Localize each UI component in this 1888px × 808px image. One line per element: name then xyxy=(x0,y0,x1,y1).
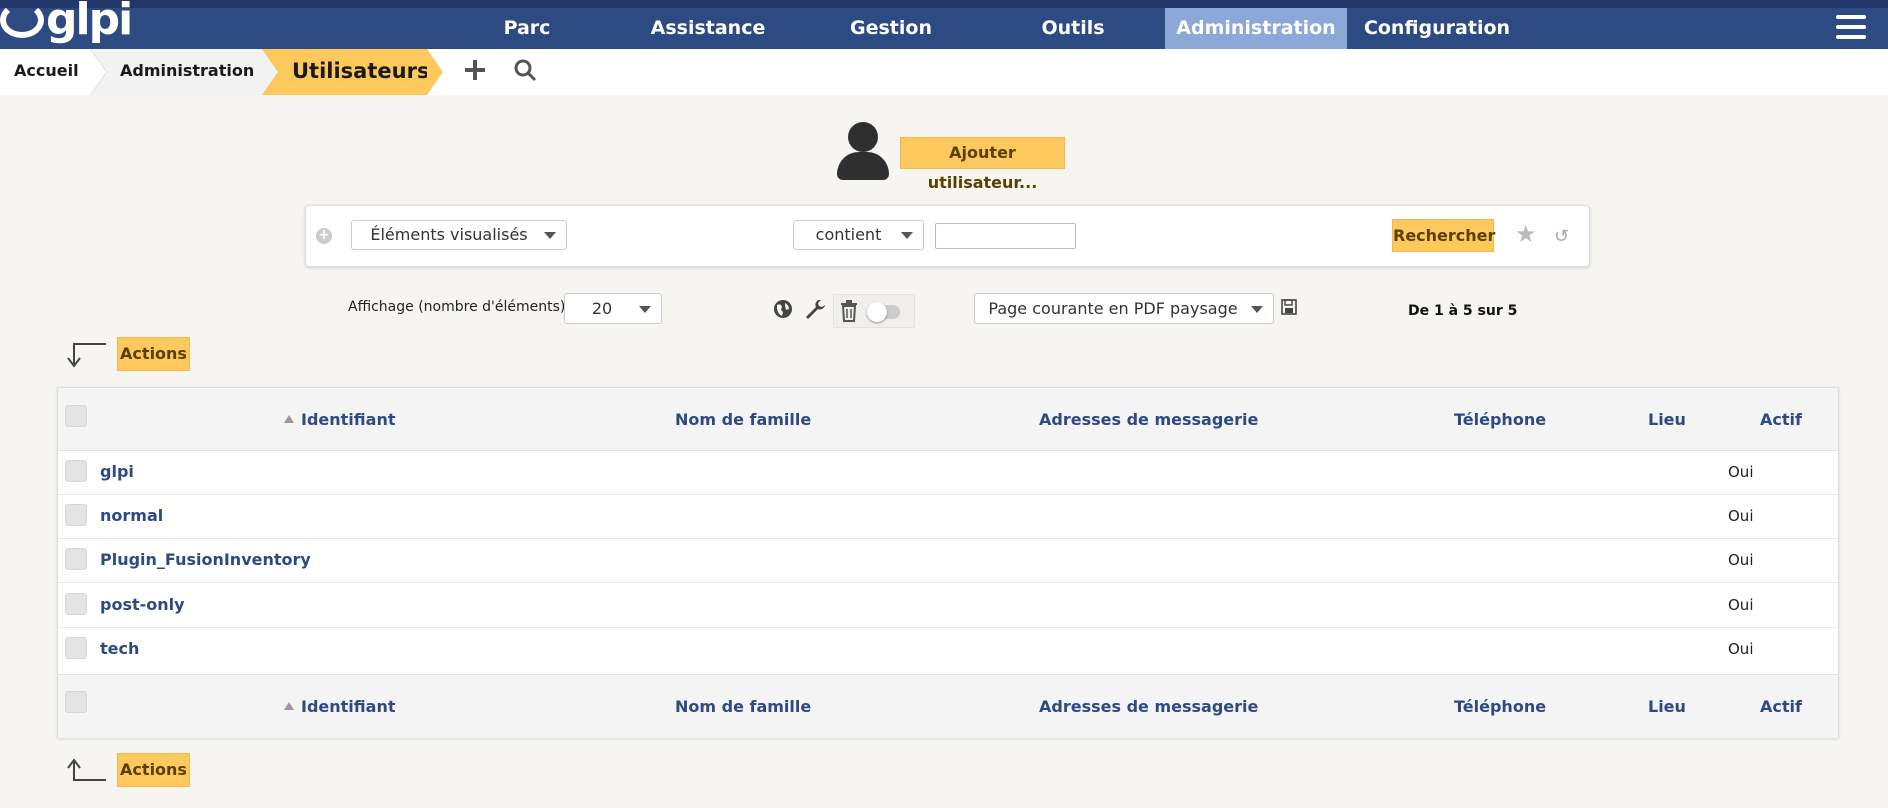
table-row: post-only Oui xyxy=(58,584,1838,628)
globe-icon[interactable] xyxy=(772,298,794,326)
menu-configuration[interactable]: Configuration xyxy=(1346,8,1528,49)
add-icon[interactable] xyxy=(464,58,486,88)
arrow-up-icon xyxy=(66,758,108,782)
deleted-items-toggle[interactable] xyxy=(867,302,900,322)
breadcrumb: Accueil Administration Utilisateurs xyxy=(0,49,1888,95)
save-export-icon[interactable] xyxy=(1281,296,1297,321)
breadcrumb-users[interactable]: Utilisateurs xyxy=(262,49,429,95)
pagination-count: De 1 à 5 sur 5 xyxy=(1408,303,1518,319)
user-link[interactable]: glpi xyxy=(100,462,134,481)
select-all-checkbox[interactable] xyxy=(65,691,87,713)
breadcrumb-separator xyxy=(427,49,443,95)
hamburger-menu-icon[interactable] xyxy=(1836,15,1866,41)
table-row: Plugin_FusionInventory Oui xyxy=(58,539,1838,583)
per-page-select[interactable]: 20 xyxy=(564,293,662,324)
actions-button-bottom[interactable]: Actions xyxy=(117,753,190,787)
search-operator-select[interactable]: contient xyxy=(793,220,924,250)
menu-outils[interactable]: Outils xyxy=(982,8,1164,49)
per-page-value: 20 xyxy=(591,299,613,318)
sort-asc-icon xyxy=(284,702,294,710)
table-row: tech Oui xyxy=(58,628,1838,672)
col-identifiant[interactable]: Identifiant xyxy=(301,410,395,429)
menu-gestion[interactable]: Gestion xyxy=(800,8,982,49)
breadcrumb-home[interactable]: Accueil xyxy=(0,49,90,95)
table-header: Identifiant Nom de famille Adresses de m… xyxy=(58,388,1838,451)
table-row: glpi Oui xyxy=(58,451,1838,495)
search-field-value: Éléments visualisés xyxy=(370,225,528,244)
menu-administration[interactable]: Administration xyxy=(1165,8,1347,49)
col-identifiant[interactable]: Identifiant xyxy=(301,697,395,716)
add-user-button[interactable]: Ajouter utilisateur... xyxy=(900,137,1065,192)
col-actif[interactable]: Actif xyxy=(1760,410,1802,429)
table-footer: Identifiant Nom de famille Adresses de m… xyxy=(58,674,1838,738)
search-field-select[interactable]: Éléments visualisés xyxy=(351,220,567,250)
table-row: normal Oui xyxy=(58,495,1838,539)
star-bookmark-icon[interactable]: ★ xyxy=(1515,220,1537,248)
reset-search-icon[interactable]: ↺ xyxy=(1554,226,1569,247)
col-telephone[interactable]: Téléphone xyxy=(1454,697,1546,716)
actions-button-top[interactable]: Actions xyxy=(117,337,190,371)
wrench-icon[interactable] xyxy=(804,298,826,326)
breadcrumb-separator xyxy=(262,49,278,95)
actif-value: Oui xyxy=(1728,507,1754,525)
search-icon[interactable] xyxy=(513,58,537,89)
col-adresses-de-messagerie[interactable]: Adresses de messagerie xyxy=(1039,410,1258,429)
user-link[interactable]: post-only xyxy=(100,595,185,614)
row-checkbox[interactable] xyxy=(65,593,87,615)
col-lieu[interactable]: Lieu xyxy=(1648,697,1686,716)
glpi-logo[interactable]: glpi xyxy=(0,0,133,45)
trash-toggle-group xyxy=(833,294,915,328)
user-link[interactable]: Plugin_FusionInventory xyxy=(100,550,311,569)
breadcrumb-administration[interactable]: Administration xyxy=(90,49,262,95)
search-value-input[interactable] xyxy=(935,223,1076,249)
col-adresses-de-messagerie[interactable]: Adresses de messagerie xyxy=(1039,697,1258,716)
export-format-select[interactable]: Page courante en PDF paysage xyxy=(974,293,1274,324)
sort-asc-icon xyxy=(284,415,294,423)
export-format-value: Page courante en PDF paysage xyxy=(988,299,1238,318)
row-checkbox[interactable] xyxy=(65,504,87,526)
trash-icon[interactable] xyxy=(839,300,859,326)
row-checkbox[interactable] xyxy=(65,637,87,659)
row-checkbox[interactable] xyxy=(65,548,87,570)
col-nom-de-famille[interactable]: Nom de famille xyxy=(675,697,811,716)
col-actif[interactable]: Actif xyxy=(1760,697,1802,716)
display-count-label: Affichage (nombre d'éléments) xyxy=(348,299,566,315)
col-lieu[interactable]: Lieu xyxy=(1648,410,1686,429)
col-telephone[interactable]: Téléphone xyxy=(1454,410,1546,429)
actif-value: Oui xyxy=(1728,596,1754,614)
arrow-down-icon xyxy=(66,342,108,368)
row-checkbox[interactable] xyxy=(65,460,87,482)
menu-assistance[interactable]: Assistance xyxy=(617,8,799,49)
search-operator-value: contient xyxy=(815,225,882,244)
users-table: Identifiant Nom de famille Adresses de m… xyxy=(57,387,1839,738)
actif-value: Oui xyxy=(1728,463,1754,481)
actif-value: Oui xyxy=(1728,640,1754,658)
user-link[interactable]: tech xyxy=(100,639,139,658)
add-criterion-icon[interactable]: + xyxy=(316,228,332,244)
menu-parc[interactable]: Parc xyxy=(436,8,618,49)
top-navbar: glpi Parc Assistance Gestion Outils Admi… xyxy=(0,0,1888,49)
user-link[interactable]: normal xyxy=(100,506,163,525)
search-button[interactable]: Rechercher xyxy=(1392,219,1495,252)
col-nom-de-famille[interactable]: Nom de famille xyxy=(675,410,811,429)
select-all-checkbox[interactable] xyxy=(65,405,87,427)
actif-value: Oui xyxy=(1728,551,1754,569)
breadcrumb-separator xyxy=(90,49,106,95)
user-icon xyxy=(835,122,889,182)
